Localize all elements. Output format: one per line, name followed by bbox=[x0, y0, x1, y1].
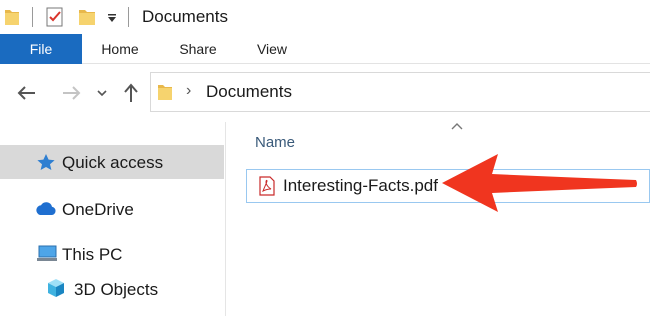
navigation-bar: › Documents bbox=[0, 64, 650, 122]
breadcrumb-documents[interactable]: Documents bbox=[206, 82, 292, 102]
column-header-name[interactable]: Name bbox=[255, 134, 295, 151]
tab-share[interactable]: Share bbox=[168, 34, 228, 64]
folder-icon bbox=[158, 85, 172, 100]
nav-item-3d-objects[interactable]: 3D Objects bbox=[0, 272, 224, 306]
sort-ascending-icon[interactable] bbox=[451, 122, 463, 130]
file-name: Interesting-Facts.pdf bbox=[283, 176, 438, 195]
nav-item-label: This PC bbox=[62, 245, 123, 264]
star-icon bbox=[37, 154, 55, 170]
chevron-down-icon bbox=[97, 90, 107, 97]
properties-check-icon[interactable] bbox=[44, 6, 66, 28]
annotation-arrow bbox=[442, 154, 637, 212]
pdf-icon bbox=[259, 176, 275, 196]
new-folder-icon[interactable] bbox=[78, 8, 96, 26]
nav-item-label: 3D Objects bbox=[74, 280, 159, 299]
up-button[interactable] bbox=[118, 64, 144, 122]
back-arrow-icon bbox=[17, 86, 35, 100]
nav-item-quick-access[interactable]: Quick access bbox=[0, 145, 224, 179]
toolbar-separator bbox=[32, 7, 33, 27]
toolbar-separator bbox=[128, 7, 129, 27]
breadcrumb-chevron-icon[interactable]: › bbox=[186, 82, 191, 100]
title-bar: Documents bbox=[0, 0, 650, 34]
computer-icon bbox=[37, 245, 57, 261]
window-title: Documents bbox=[142, 7, 228, 26]
tab-home[interactable]: Home bbox=[90, 34, 150, 64]
tab-file[interactable]: File bbox=[0, 34, 82, 64]
nav-item-this-pc[interactable]: This PC bbox=[0, 237, 224, 271]
nav-item-label: OneDrive bbox=[62, 200, 134, 219]
cube-icon bbox=[48, 279, 64, 297]
ribbon-tabs: File Home Share View bbox=[0, 34, 650, 64]
back-button[interactable] bbox=[12, 64, 42, 122]
forward-arrow-icon bbox=[63, 86, 81, 100]
forward-button[interactable] bbox=[56, 64, 86, 122]
recent-locations-button[interactable] bbox=[94, 64, 110, 122]
navigation-pane: Quick access OneDrive This PC 3D Objects bbox=[0, 122, 226, 316]
nav-item-onedrive[interactable]: OneDrive bbox=[0, 192, 224, 226]
tab-view[interactable]: View bbox=[242, 34, 302, 64]
customize-dropdown-icon[interactable] bbox=[106, 12, 118, 24]
up-arrow-icon bbox=[124, 83, 138, 102]
nav-item-label: Quick access bbox=[62, 153, 164, 172]
address-bar[interactable]: › Documents bbox=[150, 72, 650, 112]
cloud-icon bbox=[36, 202, 56, 215]
folder-icon[interactable] bbox=[4, 8, 20, 26]
